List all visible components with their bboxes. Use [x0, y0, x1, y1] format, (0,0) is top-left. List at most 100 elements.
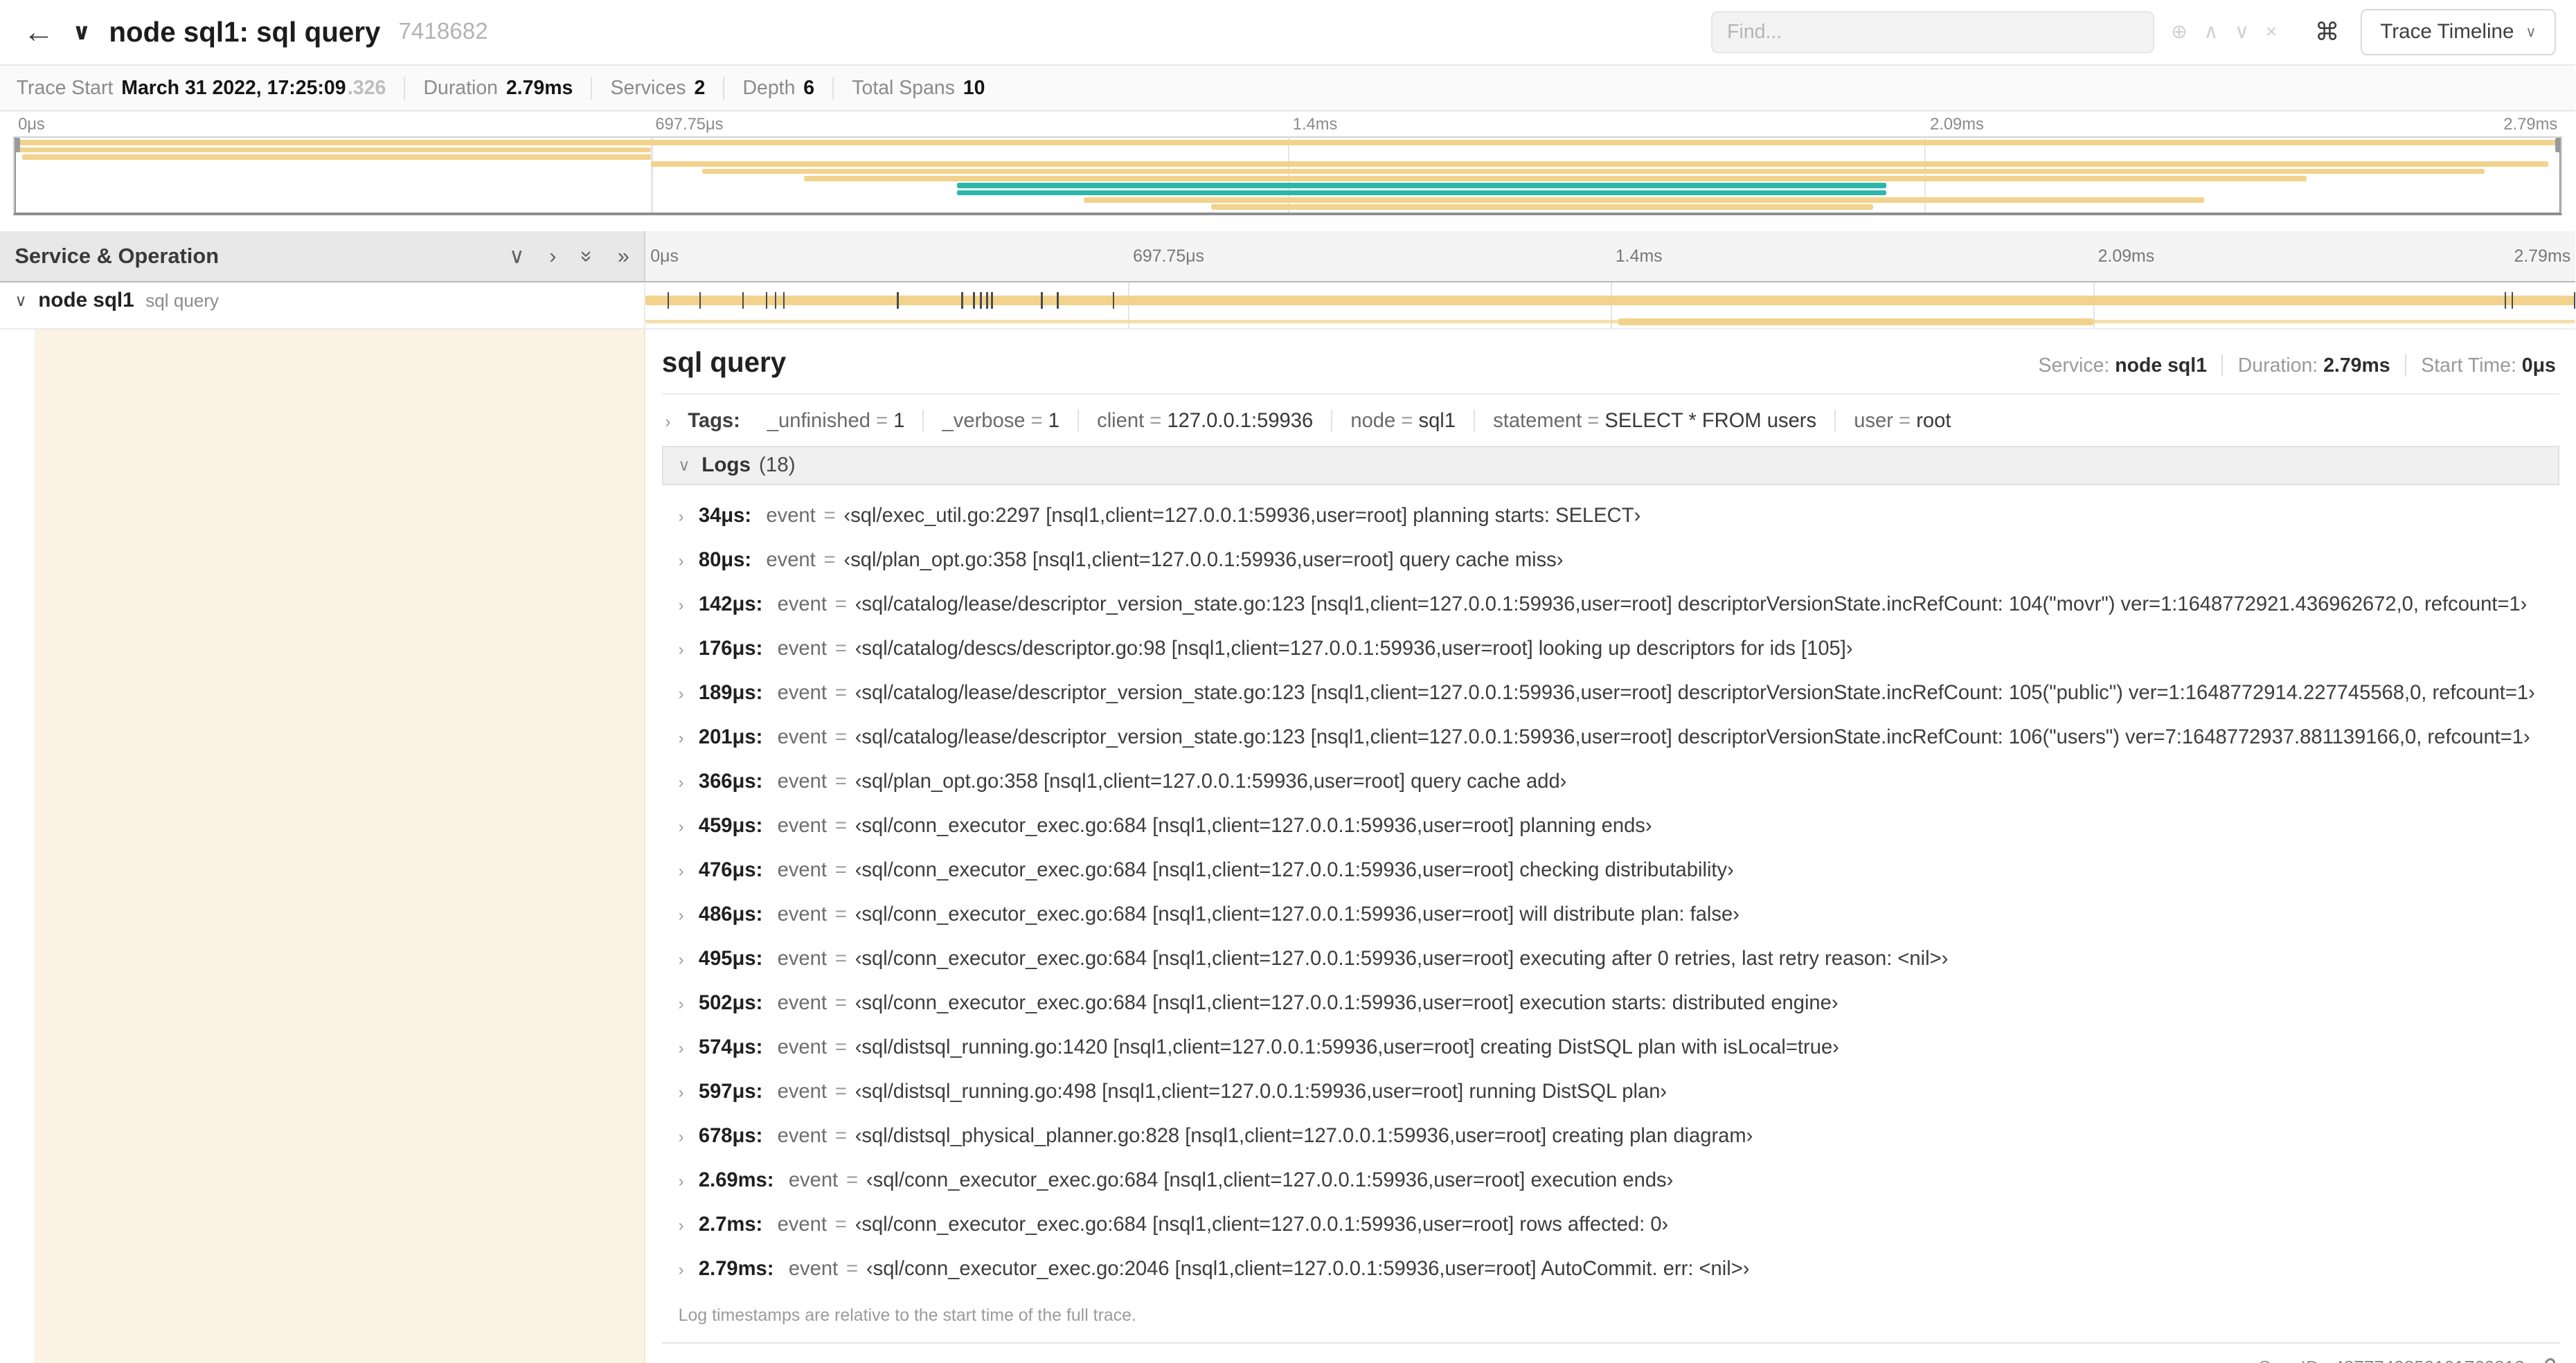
log-row[interactable]: › 678μs: event = ‹sql/distsql_physical_plann…	[679, 1114, 2559, 1158]
log-timestamp: 80μs:	[698, 548, 752, 571]
log-field-key: event	[777, 1213, 827, 1236]
log-timestamp: 597μs:	[698, 1080, 763, 1103]
tag-value: root	[1916, 409, 1951, 432]
tag-item: user = root	[1834, 409, 1969, 432]
link-icon[interactable]	[2534, 1357, 2556, 1363]
focus-match-icon[interactable]: ⊕	[2171, 20, 2188, 44]
tag-key: statement	[1493, 409, 1582, 432]
minimap-axis: 0μs 697.75μs 1.4ms 2.09ms 2.79ms	[13, 115, 2562, 136]
collapse-one-icon[interactable]: ›	[549, 245, 556, 267]
log-row[interactable]: › 597μs: event = ‹sql/distsql_running.go:498…	[679, 1069, 2559, 1114]
log-marker	[2512, 292, 2514, 309]
expand-one-icon[interactable]: ∨	[509, 245, 525, 267]
equals-sign: =	[1025, 409, 1048, 432]
log-row[interactable]: › 2.7ms: event = ‹sql/conn_executor_exec.go:…	[679, 1202, 2559, 1247]
log-row[interactable]: › 574μs: event = ‹sql/distsql_running.go:142…	[679, 1025, 2559, 1069]
log-row[interactable]: › 2.79ms: event = ‹sql/conn_executor_exec.go…	[679, 1247, 2559, 1291]
left-scrubber[interactable]	[14, 137, 21, 213]
back-button[interactable]: ←	[23, 14, 54, 50]
log-marker	[1113, 292, 1115, 309]
axis-tick-label: 2.79ms	[2514, 246, 2571, 266]
tags-accordion[interactable]: › Tags: _unfinished = 1 _verbose = 1 clien…	[662, 395, 2559, 445]
next-match-icon[interactable]: ∨	[2235, 20, 2249, 44]
minimap-span-bar	[1084, 197, 2205, 203]
minimap-canvas[interactable]	[12, 136, 2563, 215]
tag-value: 1	[893, 409, 905, 432]
log-marker	[667, 292, 670, 309]
summary-item: Duration 2.79ms	[404, 76, 591, 100]
log-row[interactable]: › 176μs: event = ‹sql/catalog/descs/descript…	[679, 626, 2559, 671]
log-field-value: ‹sql/distsql_running.go:1420 [nsql1,clie…	[855, 1036, 1839, 1058]
log-field-value: ‹sql/conn_executor_exec.go:684 [nsql1,cl…	[855, 814, 1652, 837]
chevron-down-icon: ∨	[2525, 23, 2537, 40]
timeline-header-row: Service & Operation ∨ › » » 0μs 697.75μs 1.4m…	[0, 231, 2576, 282]
span-bar-cell[interactable]	[645, 282, 2576, 318]
equals-sign: =	[846, 1258, 859, 1281]
summary-item: Total Spans 10	[832, 76, 1003, 100]
next-span-bar-segment	[1618, 318, 2093, 325]
log-row[interactable]: › 459μs: event = ‹sql/conn_executor_exec.go:…	[679, 804, 2559, 848]
log-row[interactable]: › 476μs: event = ‹sql/conn_executor_exec.go:…	[679, 848, 2559, 892]
tag-key: client	[1097, 409, 1145, 432]
chevron-down-icon[interactable]: ∨	[15, 291, 26, 311]
log-field-value: ‹sql/catalog/lease/descriptor_version_st…	[855, 593, 2528, 615]
log-row[interactable]: › 502μs: event = ‹sql/conn_executor_exec.go:…	[679, 981, 2559, 1025]
log-marker	[991, 292, 993, 309]
span-id-row: SpanID: 4877749850101760812	[662, 1344, 2559, 1363]
equals-sign: =	[823, 548, 836, 571]
chevron-right-icon: ›	[678, 1128, 684, 1146]
tag-item: client = 127.0.0.1:59936	[1077, 409, 1332, 432]
tags-list: _unfinished = 1 _verbose = 1 client = 127.…	[746, 409, 1969, 432]
log-marker	[765, 292, 767, 309]
axis-tick-label: 1.4ms	[1292, 116, 1338, 134]
expand-all-icon[interactable]: »	[575, 251, 600, 262]
summary-label: Trace Start	[16, 76, 114, 99]
log-marker	[986, 292, 988, 309]
log-timestamp: 189μs:	[698, 681, 763, 704]
right-scrubber[interactable]	[2555, 137, 2561, 213]
view-selector-button[interactable]: Trace Timeline ∨	[2361, 9, 2556, 55]
right-scrubber-handle[interactable]	[2555, 137, 2561, 153]
span-name-cell[interactable]: ∨ node sql1 sql query	[0, 282, 646, 319]
summary-item: Depth 6	[723, 76, 832, 100]
equals-sign: =	[1395, 409, 1419, 432]
collapse-all-icon[interactable]: »	[618, 245, 629, 267]
log-marker	[1057, 292, 1059, 309]
axis-tick-label: 697.75μs	[1133, 246, 1204, 266]
clear-find-icon[interactable]: ×	[2266, 21, 2278, 44]
minimap-span-bar	[1211, 204, 1874, 210]
prev-match-icon[interactable]: ∧	[2204, 20, 2219, 44]
minimap-span-bar	[803, 175, 2307, 181]
logs-accordion-header[interactable]: ∨ Logs (18)	[661, 445, 2559, 485]
chevron-right-icon: ›	[678, 773, 684, 792]
span-list-header: Service & Operation ∨ › » »	[0, 231, 646, 281]
left-scrubber-handle[interactable]	[14, 137, 21, 153]
log-row[interactable]: › 80μs: event = ‹sql/plan_opt.go:358 [nsql1,…	[679, 538, 2559, 582]
log-row[interactable]: › 189μs: event = ‹sql/catalog/lease/descript…	[679, 671, 2559, 715]
log-timestamp: 502μs:	[698, 991, 763, 1014]
equals-sign: =	[1582, 409, 1605, 432]
log-row[interactable]: › 142μs: event = ‹sql/catalog/lease/descript…	[679, 582, 2559, 626]
log-row[interactable]: › 366μs: event = ‹sql/plan_opt.go:358 [nsql1…	[679, 759, 2559, 804]
log-field-key: event	[777, 637, 827, 660]
keyboard-shortcuts-icon[interactable]: ⌘	[2315, 18, 2340, 46]
log-row[interactable]: › 2.69ms: event = ‹sql/conn_executor_exec.go…	[679, 1158, 2559, 1202]
log-row[interactable]: › 486μs: event = ‹sql/conn_executor_exec.go:…	[679, 892, 2559, 937]
find-input[interactable]	[1710, 10, 2155, 54]
view-selector-label: Trace Timeline	[2380, 20, 2514, 44]
tag-value: sql1	[1418, 409, 1456, 432]
log-row[interactable]: › 201μs: event = ‹sql/catalog/lease/descript…	[679, 715, 2559, 759]
chevron-right-icon: ›	[678, 1083, 684, 1102]
next-span-bar-cell	[645, 318, 2576, 328]
log-row[interactable]: › 495μs: event = ‹sql/conn_executor_exec.go:…	[679, 937, 2559, 981]
log-row[interactable]: › 34μs: event = ‹sql/exec_util.go:2297 [nsql…	[679, 494, 2559, 538]
span-detail-left-fill	[34, 330, 646, 1363]
span-bar-ticks	[645, 282, 2576, 318]
chevron-right-icon: ›	[678, 729, 684, 748]
meta-label: Service:	[2038, 354, 2116, 377]
log-timestamp: 34μs:	[698, 504, 752, 527]
log-field-key: event	[777, 1080, 827, 1103]
span-row[interactable]: ∨ node sql1 sql query	[0, 282, 2576, 319]
trace-collapse-toggle-icon[interactable]: ∨	[72, 18, 91, 46]
log-field-value: ‹sql/exec_util.go:2297 [nsql1,client=127…	[843, 504, 1641, 527]
